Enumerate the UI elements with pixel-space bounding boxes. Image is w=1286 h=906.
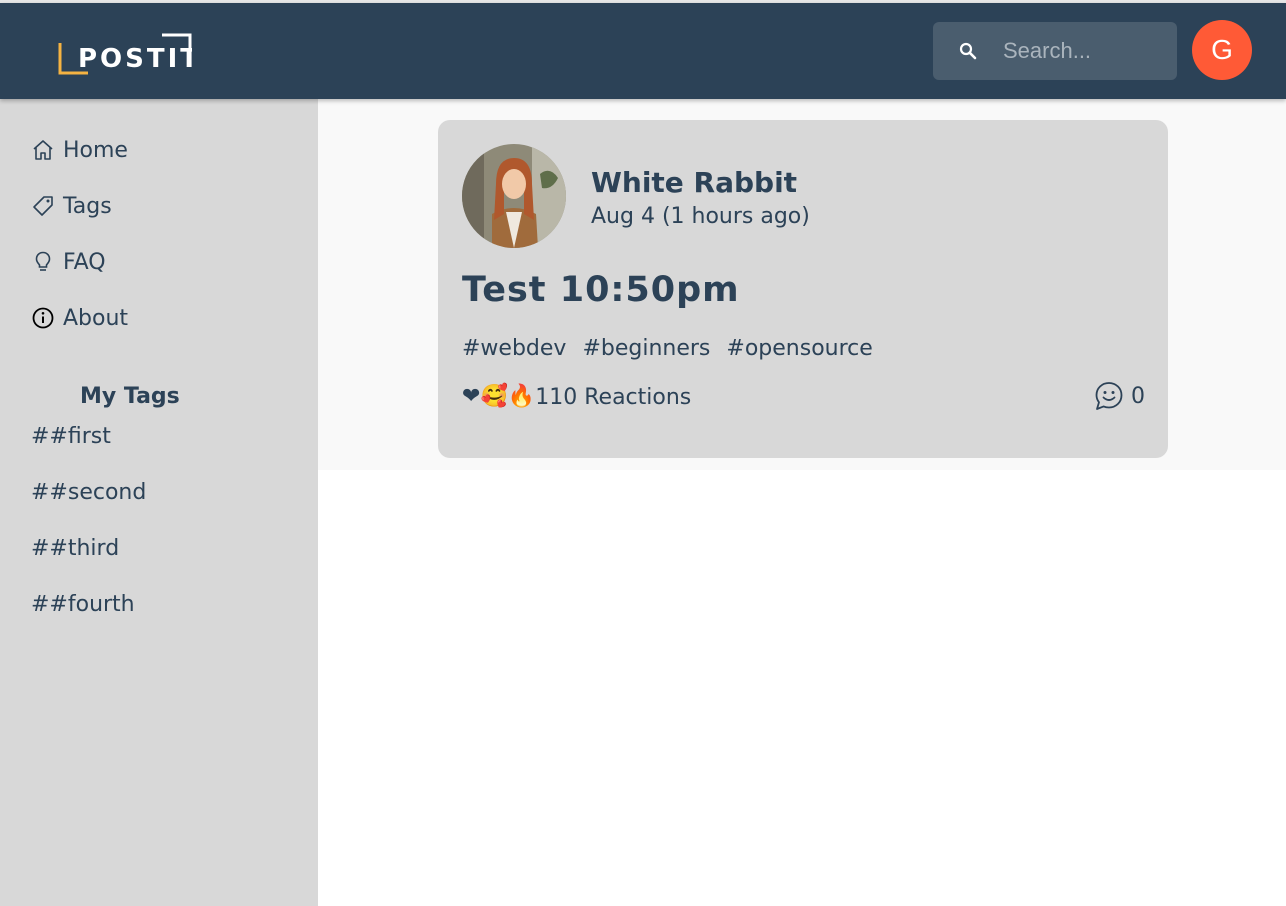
author-photo xyxy=(462,144,566,248)
fire-icon: 🔥 xyxy=(507,384,536,409)
top-header: POSTIT G xyxy=(0,3,1286,99)
my-tag-link[interactable]: ##fourth xyxy=(31,592,135,617)
my-tag-link[interactable]: ##first xyxy=(31,424,111,449)
post-tag-link[interactable]: #beginners xyxy=(582,336,710,361)
author-avatar[interactable] xyxy=(462,144,566,248)
nav-item-label: About xyxy=(63,305,129,331)
post-tag-link[interactable]: #opensource xyxy=(726,336,872,361)
nav-item-label: FAQ xyxy=(63,249,106,275)
home-icon xyxy=(33,140,53,160)
svg-text:POSTIT: POSTIT xyxy=(78,44,192,74)
reactions-count: 110 Reactions xyxy=(535,384,692,410)
nav-item-faq[interactable]: FAQ xyxy=(31,247,106,277)
post-tag-link[interactable]: #webdev xyxy=(462,336,566,361)
nav-item-label: Home xyxy=(63,137,128,163)
search-input[interactable] xyxy=(1003,22,1167,80)
comment-smile-icon xyxy=(1095,382,1123,410)
search-box[interactable] xyxy=(933,22,1177,80)
post-card[interactable]: White Rabbit Aug 4 (1 hours ago) Test 10… xyxy=(438,120,1168,458)
lightbulb-icon xyxy=(35,251,51,271)
post-date: Aug 4 (1 hours ago) xyxy=(591,204,810,229)
my-tag-link[interactable]: ##third xyxy=(31,536,119,561)
search-icon xyxy=(959,42,977,60)
postit-logo[interactable]: POSTIT xyxy=(58,31,192,75)
author-name[interactable]: White Rabbit xyxy=(591,166,797,199)
nav-item-label: Tags xyxy=(63,193,112,219)
nav-item-home[interactable]: Home xyxy=(31,135,128,165)
post-title[interactable]: Test 10:50pm xyxy=(462,270,740,310)
comments-button[interactable]: 0 xyxy=(1093,378,1145,414)
post-tags: #webdev #beginners #opensource xyxy=(462,336,873,361)
nav-item-tags[interactable]: Tags xyxy=(31,191,112,221)
user-avatar-button[interactable]: G xyxy=(1192,20,1252,80)
nav-item-about[interactable]: About xyxy=(31,303,128,333)
tag-icon xyxy=(33,196,53,216)
my-tags-heading: My Tags xyxy=(80,384,180,409)
heart-icon: ❤ xyxy=(462,384,481,409)
comments-count: 0 xyxy=(1131,383,1145,409)
sidebar: Home Tags FAQ About My Tags ##first ##se… xyxy=(0,99,318,906)
my-tag-link[interactable]: ##second xyxy=(31,480,146,505)
smiling-face-with-hearts-icon: 🥰 xyxy=(480,384,508,409)
info-icon xyxy=(32,307,54,329)
reactions-summary[interactable]: ❤ 🥰 🔥 110 Reactions xyxy=(462,382,691,412)
